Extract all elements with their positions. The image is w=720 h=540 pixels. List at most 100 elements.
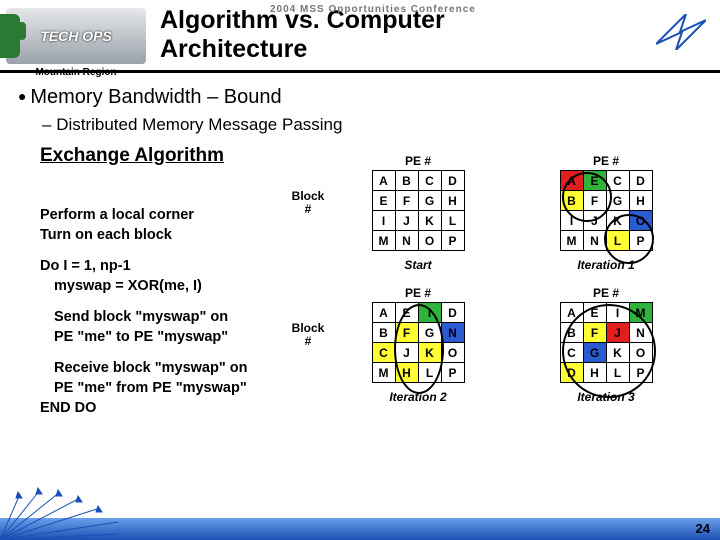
cell: G	[583, 343, 606, 363]
bullet-main: Memory Bandwidth – Bound	[18, 86, 708, 109]
grid-table: AEIDBFGNCJKOMHLP	[372, 302, 465, 383]
cell: F	[395, 191, 418, 211]
cell: C	[606, 171, 629, 191]
algo-l2: Turn on each block	[40, 226, 320, 246]
cell: G	[418, 191, 441, 211]
grid-table: AECD BFGH IJKO MNLP	[560, 170, 653, 251]
cell: E	[372, 191, 395, 211]
cell: A	[560, 171, 583, 191]
algo-l3: Do I = 1, np-1	[40, 257, 320, 277]
faded-subtitle: 2004 MSS Opportunities Conference	[270, 4, 476, 16]
cell: P	[441, 231, 464, 251]
cell: E	[395, 303, 418, 323]
cell: A	[560, 303, 583, 323]
logo-badge: TECH OPS Mountain Region	[6, 8, 146, 64]
cell: B	[560, 323, 583, 343]
cell: O	[441, 343, 464, 363]
cell: O	[629, 343, 652, 363]
cell: D	[629, 171, 652, 191]
cell: E	[583, 171, 606, 191]
cell: I	[372, 211, 395, 231]
algo-l1: Perform a local corner	[40, 206, 320, 226]
grid-3: PE #AEIMBFJNCGKODHLPIteration 3	[516, 286, 696, 404]
cell: J	[606, 323, 629, 343]
cell: K	[418, 343, 441, 363]
cell: M	[372, 363, 395, 383]
pe-header: PE #	[328, 154, 508, 168]
cell: A	[372, 171, 395, 191]
block-header: Block#	[288, 322, 328, 348]
pe-header: PE #	[516, 286, 696, 300]
cell: I	[418, 303, 441, 323]
grid-table: AEIMBFJNCGKODHLP	[560, 302, 653, 383]
cell: K	[606, 211, 629, 231]
starburst-icon	[0, 484, 120, 540]
cell: A	[372, 303, 395, 323]
cell: M	[372, 231, 395, 251]
cell: H	[583, 363, 606, 383]
cactus-icon	[0, 14, 20, 58]
cell: E	[583, 303, 606, 323]
page-title: 2004 MSS Opportunities Conference Algori…	[160, 6, 640, 64]
cell: G	[606, 191, 629, 211]
cell: L	[441, 211, 464, 231]
grid-2: PE #Block#AEIDBFGNCJKOMHLPIteration 2	[328, 286, 508, 404]
cell: K	[606, 343, 629, 363]
cell: J	[395, 343, 418, 363]
cell: J	[395, 211, 418, 231]
cell: I	[606, 303, 629, 323]
header-rule	[0, 70, 720, 73]
grid-table: ABCD EFGH IJKL MNOP	[372, 170, 465, 251]
grid-caption: Iteration 1	[516, 258, 696, 272]
cell: L	[606, 231, 629, 251]
sub-bullet: Distributed Memory Message Passing	[42, 115, 708, 135]
cell: C	[372, 343, 395, 363]
algo-l8: PE "me" from PE "myswap"	[54, 379, 320, 399]
cell: D	[441, 171, 464, 191]
cell: I	[560, 211, 583, 231]
page-number: 24	[696, 521, 710, 536]
cell: K	[418, 211, 441, 231]
cell: N	[629, 323, 652, 343]
cell: O	[629, 211, 652, 231]
algorithm-text: Perform a local corner Turn on each bloc…	[40, 206, 320, 418]
cell: F	[583, 191, 606, 211]
algo-l4: myswap = XOR(me, I)	[54, 277, 320, 297]
algo-l5: Send block "myswap" on	[54, 308, 320, 328]
algo-l7: Receive block "myswap" on	[54, 359, 320, 379]
grids-area: PE #Block#ABCDEFGHIJKLMNOPStartPE #AECDB…	[328, 154, 704, 410]
algo-l9: END DO	[40, 399, 320, 419]
logo-text: TECH OPS	[40, 28, 112, 44]
cell: O	[418, 231, 441, 251]
cell: N	[441, 323, 464, 343]
title-line2: Architecture	[160, 35, 640, 64]
cell: H	[629, 191, 652, 211]
cell: D	[560, 363, 583, 383]
grid-caption: Start	[328, 258, 508, 272]
cell: F	[395, 323, 418, 343]
star-logo-icon	[656, 14, 706, 55]
cell: B	[395, 171, 418, 191]
cell: P	[441, 363, 464, 383]
grid-1: PE # AECD BFGH IJKO MNLP Iteration 1	[516, 154, 696, 272]
pe-header: PE #	[516, 154, 696, 168]
cell: B	[560, 191, 583, 211]
cell: B	[372, 323, 395, 343]
cell: F	[583, 323, 606, 343]
cell: N	[395, 231, 418, 251]
cell: L	[606, 363, 629, 383]
cell: C	[418, 171, 441, 191]
grid-0: PE #Block#ABCDEFGHIJKLMNOPStart	[328, 154, 508, 272]
block-header: Block#	[288, 190, 328, 216]
cell: J	[583, 211, 606, 231]
cell: M	[560, 231, 583, 251]
grid-caption: Iteration 3	[516, 390, 696, 404]
cell: C	[560, 343, 583, 363]
cell: D	[441, 303, 464, 323]
cell: P	[629, 231, 652, 251]
cell: M	[629, 303, 652, 323]
cell: H	[441, 191, 464, 211]
pe-header: PE #	[328, 286, 508, 300]
cell: G	[418, 323, 441, 343]
cell: N	[583, 231, 606, 251]
